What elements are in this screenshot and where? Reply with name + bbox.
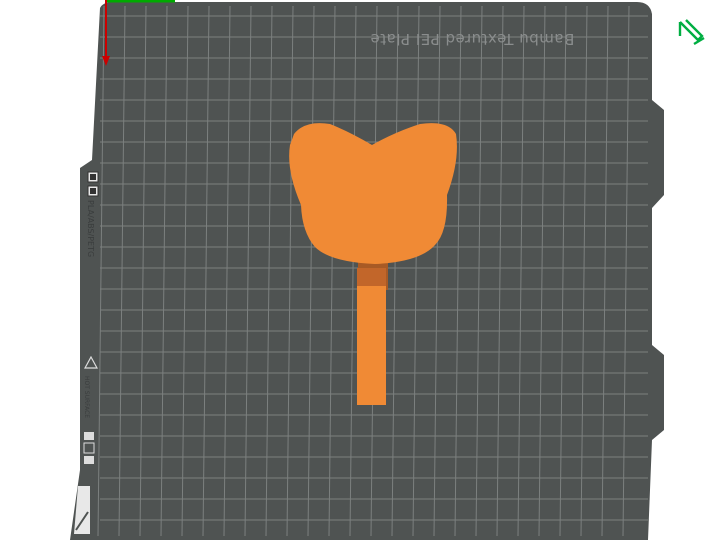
pencil-icon[interactable] [676, 18, 706, 48]
bambu-logo-icon [87, 171, 99, 197]
filament-type-label: PLA/ABS/PETG [86, 200, 95, 258]
model-stick[interactable] [357, 285, 386, 405]
build-plate-viewport[interactable] [0, 0, 727, 545]
plate-name-label: Bambu Textured PEI Plate [370, 30, 575, 48]
plate-marker-icon [83, 432, 95, 464]
plate-corner-marker [74, 486, 90, 534]
model-stick-shade [357, 268, 386, 286]
warning-triangle-icon [84, 356, 98, 369]
hot-surface-label: HOT SURFACE [83, 376, 90, 419]
